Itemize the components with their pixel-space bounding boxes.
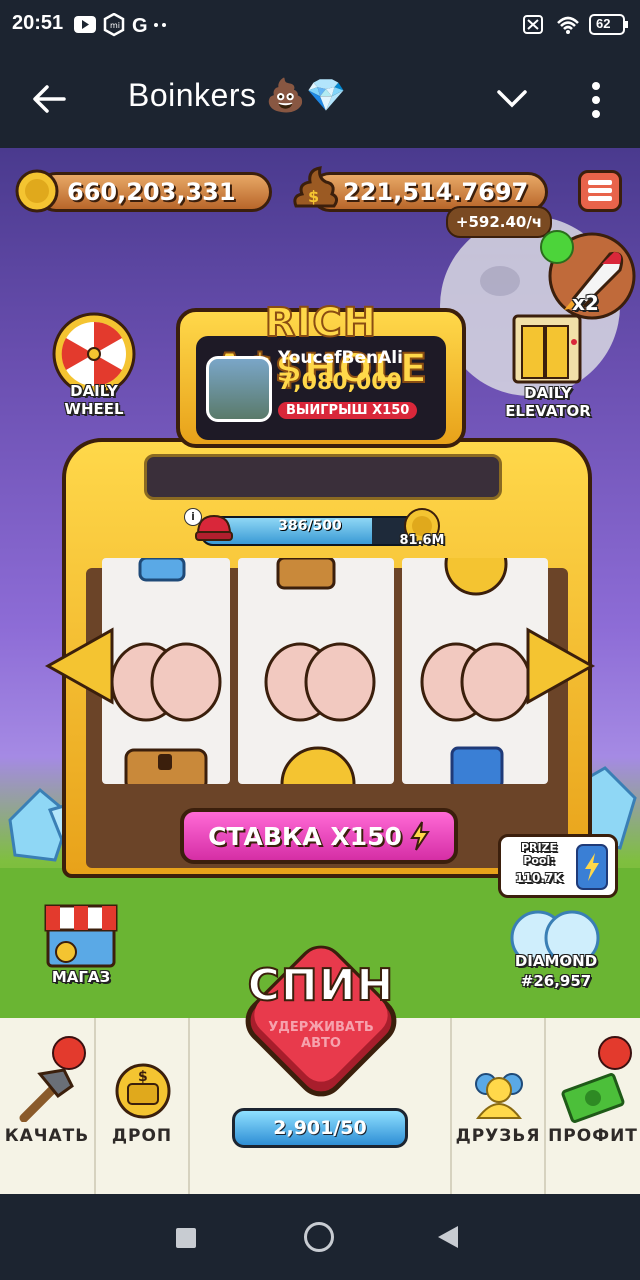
system-icons	[523, 14, 628, 35]
daily-wheel-label: DAILY WHEEL	[64, 382, 124, 418]
energy-can-icon	[576, 844, 608, 890]
svg-text:mi: mi	[110, 21, 120, 30]
winner-name: YoucefBenAli	[278, 348, 403, 368]
status-time: 20:51	[12, 12, 64, 34]
notification-icons: mi G	[74, 13, 166, 37]
nav-upgrade[interactable]: КАЧАТЬ	[0, 1018, 96, 1194]
lightning-icon	[410, 821, 430, 851]
progress-reward: 81.6M	[399, 533, 445, 548]
shop-label: МАГАЗ	[51, 968, 111, 986]
booster-active-dot	[540, 230, 574, 264]
recents-button[interactable]	[176, 1228, 196, 1248]
drop-coin-icon: $	[115, 1063, 171, 1119]
shop-icon	[44, 904, 118, 968]
friends-icon	[475, 1073, 523, 1119]
coin-symbol-top	[444, 558, 508, 596]
nav-upgrade-label: КАЧАТЬ	[4, 1126, 90, 1146]
info-icon[interactable]: i	[184, 508, 202, 526]
income-rate: +592.40/ч	[446, 206, 552, 238]
app-bar: Boinkers 💩💎	[0, 50, 640, 148]
rocket-booster-button[interactable]: x2	[540, 230, 638, 322]
nav-friends-label: ДРУЗЬЯ	[455, 1126, 541, 1146]
spin-hint: УДЕРЖИВАТЬ АВТО	[268, 1020, 374, 1051]
left-arrow-indicator	[44, 627, 114, 705]
daily-elevator-button[interactable]: DAILY ELEVATOR	[500, 314, 596, 420]
wifi-icon	[557, 16, 579, 30]
coin-symbol-bottom	[280, 746, 356, 784]
daily-elevator-label: DAILY ELEVATOR	[505, 384, 591, 420]
butt-symbol-3	[420, 642, 532, 722]
back-button[interactable]	[436, 1224, 460, 1250]
prize-pool-bubble: PRIZE Pool: 110.7K	[498, 834, 618, 898]
reel-symbols	[110, 558, 532, 784]
spin-label: СПИН	[247, 959, 395, 1012]
elevator-icon	[512, 314, 582, 384]
diamond-id: #26,957	[520, 972, 592, 990]
menu-button[interactable]	[578, 170, 622, 212]
battery-symbol-top	[138, 558, 186, 582]
diamond-button[interactable]: DIAMOND #26,957	[506, 904, 606, 1008]
prize-pool-label: PRIZE Pool:	[520, 841, 558, 867]
butt-symbol-2	[264, 642, 376, 722]
winner-avatar	[206, 356, 272, 422]
machine-display	[144, 454, 502, 500]
profit-notification-dot	[598, 1036, 632, 1070]
chest-symbol-bottom	[124, 748, 208, 784]
nav-profit[interactable]: ПРОФИТ	[546, 1018, 640, 1194]
svg-text:$: $	[138, 1069, 148, 1085]
svg-text:$: $	[308, 187, 319, 206]
game-area: 660,203,331 221,514.7697 $ +592.40/ч x2	[0, 148, 640, 1018]
right-arrow-indicator	[526, 627, 596, 705]
hammer-icon	[19, 1068, 74, 1122]
coin-icon	[15, 169, 59, 213]
nav-drop[interactable]: $ ДРОП	[96, 1018, 190, 1194]
home-button[interactable]	[304, 1222, 334, 1252]
winner-badge: ВЫИГРЫШ X150	[278, 402, 418, 419]
can-symbol-bottom	[450, 746, 504, 784]
daily-wheel-button[interactable]: DAILY WHEEL	[42, 312, 146, 422]
chest-symbol-top	[276, 558, 336, 590]
coins-balance: 660,203,331	[36, 172, 272, 212]
back-arrow-icon[interactable]	[32, 84, 66, 114]
diamond-name: DIAMOND	[514, 952, 598, 970]
spin-counter: 2,901/50	[232, 1108, 408, 1148]
status-bar: 20:51 mi G 62	[0, 0, 640, 50]
shop-button[interactable]: МАГАЗ	[40, 900, 122, 992]
bet-label: СТАВКА X150	[208, 821, 402, 851]
nav-profit-label: ПРОФИТ	[548, 1126, 638, 1146]
prize-pool-value: 110.7K	[515, 871, 563, 885]
system-nav-bar	[0, 1194, 640, 1280]
google-icon: G	[132, 15, 148, 37]
hamburger-icon	[588, 180, 612, 201]
booster-multiplier: x2	[572, 291, 599, 315]
app-title: Boinkers 💩💎	[128, 77, 347, 113]
poop-value: 221,514.7697	[343, 178, 529, 206]
butt-symbol-1	[110, 642, 222, 722]
battery-level: 62	[596, 16, 611, 31]
chevron-down-icon[interactable]	[496, 88, 528, 110]
nav-drop-label: ДРОП	[111, 1126, 173, 1146]
coins-value: 660,203,331	[67, 178, 236, 206]
money-stack-icon	[561, 1073, 625, 1123]
more-vert-icon[interactable]	[588, 80, 604, 120]
winner-amount: 7,080,000	[278, 370, 402, 395]
poop-icon: $	[293, 166, 339, 208]
nav-friends[interactable]: ДРУЗЬЯ	[452, 1018, 546, 1194]
bet-button[interactable]: СТАВКА X150	[180, 808, 458, 864]
upgrade-notification-dot	[52, 1036, 86, 1070]
